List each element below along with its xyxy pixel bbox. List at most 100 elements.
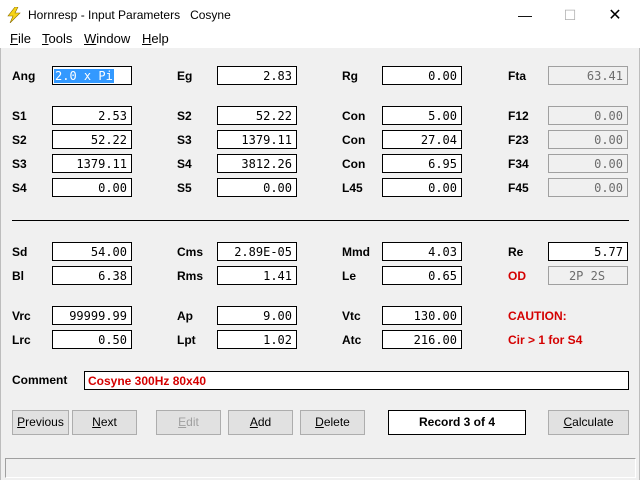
previous-mnemonic: P bbox=[17, 415, 26, 429]
lpt-field[interactable]: 1.02 bbox=[217, 330, 297, 349]
lrc-field[interactable]: 0.50 bbox=[52, 330, 132, 349]
rms-label: Rms bbox=[177, 269, 204, 283]
od-label: OD bbox=[508, 269, 526, 283]
bl-field[interactable]: 6.38 bbox=[52, 266, 132, 285]
f34-field: 0.00 bbox=[548, 154, 628, 173]
vrc-field[interactable]: 99999.99 bbox=[52, 306, 132, 325]
menu-help-mnemonic: H bbox=[142, 31, 152, 46]
delete-button[interactable]: Delete bbox=[300, 410, 365, 435]
vtc-label: Vtc bbox=[342, 309, 361, 323]
edit-label: dit bbox=[186, 415, 199, 429]
l45-label: L45 bbox=[342, 181, 363, 195]
minimize-button[interactable]: — bbox=[502, 0, 548, 30]
s3-field[interactable]: 1379.11 bbox=[217, 130, 297, 149]
con3-field[interactable]: 6.95 bbox=[382, 154, 462, 173]
rms-field[interactable]: 1.41 bbox=[217, 266, 297, 285]
con2-field[interactable]: 27.04 bbox=[382, 130, 462, 149]
s4-field[interactable]: 3812.26 bbox=[217, 154, 297, 173]
add-mnemonic: A bbox=[249, 415, 258, 429]
lrc-label: Lrc bbox=[12, 333, 31, 347]
menu-window-label: indow bbox=[96, 31, 131, 46]
ang-value: 2.0 x Pi bbox=[54, 69, 114, 83]
menu-file-label: ile bbox=[17, 31, 31, 46]
add-button[interactable]: Add bbox=[228, 410, 293, 435]
con2-label: Con bbox=[342, 133, 366, 147]
add-label: dd bbox=[257, 415, 272, 429]
menu-bar: File Tools Window Help bbox=[0, 30, 640, 48]
close-button[interactable]: ✕ bbox=[592, 0, 638, 30]
calculate-button[interactable]: Calculate bbox=[548, 410, 629, 435]
atc-label: Atc bbox=[342, 333, 362, 347]
vrc-label: Vrc bbox=[12, 309, 31, 323]
title-bar[interactable]: Hornresp - Input Parameters Cosyne — ☐ ✕ bbox=[0, 0, 640, 30]
atc-field[interactable]: 216.00 bbox=[382, 330, 462, 349]
sd-field[interactable]: 54.00 bbox=[52, 242, 132, 261]
s4-segment4-field[interactable]: 0.00 bbox=[52, 178, 132, 197]
s2-segment2-field[interactable]: 52.22 bbox=[52, 130, 132, 149]
caution-message: Cir > 1 for S4 bbox=[508, 333, 583, 347]
s1-field[interactable]: 2.53 bbox=[52, 106, 132, 125]
mmd-label: Mmd bbox=[342, 245, 370, 259]
f23-label: F23 bbox=[508, 133, 529, 147]
s2-segment2-label: S2 bbox=[12, 133, 27, 147]
vtc-field[interactable]: 130.00 bbox=[382, 306, 462, 325]
s5-label: S5 bbox=[177, 181, 192, 195]
comment-label: Comment bbox=[12, 373, 68, 387]
s3-segment3-label: S3 bbox=[12, 157, 27, 171]
menu-tools[interactable]: Tools bbox=[42, 31, 72, 46]
menu-window[interactable]: Window bbox=[84, 31, 130, 46]
f23-field: 0.00 bbox=[548, 130, 628, 149]
cms-field[interactable]: 2.89E-05 bbox=[217, 242, 297, 261]
f12-field: 0.00 bbox=[548, 106, 628, 125]
calculate-mnemonic: C bbox=[563, 415, 573, 429]
lpt-label: Lpt bbox=[177, 333, 196, 347]
fta-field: 63.41 bbox=[548, 66, 628, 85]
re-field[interactable]: 5.77 bbox=[548, 242, 628, 261]
next-button[interactable]: Next bbox=[72, 410, 137, 435]
section-divider bbox=[12, 220, 629, 221]
ap-label: Ap bbox=[177, 309, 193, 323]
ang-label: Ang bbox=[12, 69, 36, 83]
f45-field: 0.00 bbox=[548, 178, 628, 197]
con1-field[interactable]: 5.00 bbox=[382, 106, 462, 125]
ap-field[interactable]: 9.00 bbox=[217, 306, 297, 325]
eg-field[interactable]: 2.83 bbox=[217, 66, 297, 85]
menu-window-mnemonic: W bbox=[84, 31, 97, 46]
bl-label: Bl bbox=[12, 269, 24, 283]
mmd-field[interactable]: 4.03 bbox=[382, 242, 462, 261]
l45-field[interactable]: 0.00 bbox=[382, 178, 462, 197]
previous-label: revious bbox=[25, 415, 64, 429]
edit-mnemonic: E bbox=[178, 415, 187, 429]
menu-file[interactable]: File bbox=[10, 31, 31, 46]
le-field[interactable]: 0.65 bbox=[382, 266, 462, 285]
s2-field[interactable]: 52.22 bbox=[217, 106, 297, 125]
next-mnemonic: N bbox=[92, 415, 101, 429]
window-title: Hornresp - Input Parameters Cosyne bbox=[28, 8, 231, 22]
ang-field[interactable]: 2.0 x Pi bbox=[52, 66, 132, 85]
f45-label: F45 bbox=[508, 181, 529, 195]
maximize-button[interactable]: ☐ bbox=[547, 0, 593, 30]
s3-segment3-field[interactable]: 1379.11 bbox=[52, 154, 132, 173]
delete-label: elete bbox=[323, 415, 350, 429]
f12-label: F12 bbox=[508, 109, 529, 123]
s1-label: S1 bbox=[12, 109, 27, 123]
edit-button: Edit bbox=[156, 410, 221, 435]
menu-help-label: elp bbox=[151, 31, 169, 46]
menu-file-mnemonic: F bbox=[10, 31, 18, 46]
rg-label: Rg bbox=[342, 69, 358, 83]
s3-label: S3 bbox=[177, 133, 192, 147]
comment-field[interactable]: Cosyne 300Hz 80x40 bbox=[84, 371, 629, 390]
menu-help[interactable]: Help bbox=[142, 31, 169, 46]
s5-field[interactable]: 0.00 bbox=[217, 178, 297, 197]
previous-button[interactable]: Previous bbox=[12, 410, 69, 435]
delete-mnemonic: D bbox=[315, 415, 324, 429]
cms-label: Cms bbox=[177, 245, 204, 259]
caution-title: CAUTION: bbox=[508, 309, 567, 323]
re-label: Re bbox=[508, 245, 524, 259]
fta-label: Fta bbox=[508, 69, 526, 83]
s4-label: S4 bbox=[177, 157, 192, 171]
rg-field[interactable]: 0.00 bbox=[382, 66, 462, 85]
status-bar bbox=[5, 458, 636, 478]
le-label: Le bbox=[342, 269, 357, 283]
od-field[interactable]: 2P 2S bbox=[548, 266, 628, 285]
